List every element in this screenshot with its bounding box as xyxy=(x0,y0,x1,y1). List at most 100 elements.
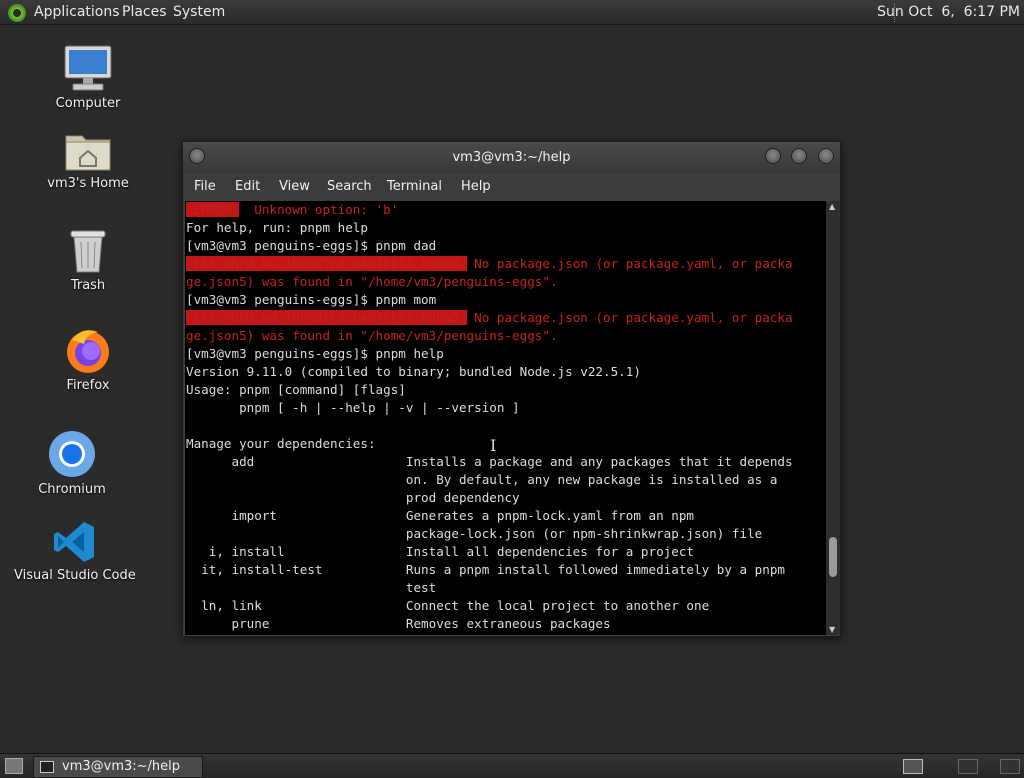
menu-search[interactable]: Search xyxy=(327,179,372,194)
taskbar-button-label: vm3@vm3:~/help xyxy=(62,759,181,774)
terminal-text: pnpm [ -h | --help | -v | --version ] xyxy=(186,400,520,415)
trash-icon xyxy=(68,228,108,274)
scroll-up-icon[interactable]: ▲ xyxy=(829,202,835,211)
terminal-line: prod dependency xyxy=(186,489,520,507)
terminal-output[interactable]: ERROR Unknown option: 'b' For help, run: … xyxy=(185,201,827,635)
window-menu-icon[interactable] xyxy=(189,148,205,164)
desktop-icon-computer[interactable]: Computer xyxy=(28,44,148,111)
terminal-icon xyxy=(40,761,54,773)
menu-terminal[interactable]: Terminal xyxy=(387,179,442,194)
terminal-line: test xyxy=(186,579,436,597)
menu-file[interactable]: File xyxy=(194,179,216,194)
terminal-window[interactable]: vm3@vm3:~/help File Edit View Search Ter… xyxy=(182,141,841,637)
terminal-text: [vm3@vm3 penguins-eggs]$ pnpm mom xyxy=(186,292,437,307)
terminal-text: Manage your dependencies: xyxy=(186,436,376,451)
close-button[interactable] xyxy=(818,148,834,164)
terminal-line: [vm3@vm3 penguins-eggs]$ pnpm mom xyxy=(186,291,436,309)
terminal-text: ge.json5) was found in "/home/vm3/pengui… xyxy=(186,328,558,343)
terminal-line: package-lock.json (or npm-shrinkwrap.jso… xyxy=(186,525,762,543)
home-folder-icon xyxy=(64,128,112,172)
workspace-2[interactable] xyxy=(958,759,978,774)
menu-help[interactable]: Help xyxy=(461,179,491,194)
terminal-line: prune Removes extraneous packages xyxy=(186,615,611,633)
menu-places[interactable]: Places xyxy=(122,4,167,20)
workspace-3[interactable] xyxy=(1000,759,1020,774)
terminal-text: [vm3@vm3 penguins-eggs]$ pnpm dad xyxy=(186,238,437,253)
desktop-icon-trash[interactable]: Trash xyxy=(28,228,148,293)
terminal-line: ge.json5) was found in "/home/vm3/pengui… xyxy=(186,327,558,345)
menu-view[interactable]: View xyxy=(279,179,310,194)
scrollbar-thumb[interactable] xyxy=(829,537,837,577)
terminal-text: ln, link Connect the local project to an… xyxy=(186,598,710,613)
clock[interactable]: Sun Oct 6, 6:17 PM xyxy=(877,4,1020,20)
terminal-line: [vm3@vm3 penguins-eggs]$ pnpm help xyxy=(186,345,444,363)
terminal-text: prune Removes extraneous packages xyxy=(186,616,611,631)
error-badge: ERROR xyxy=(186,202,240,217)
terminal-line: add Installs a package and any packages … xyxy=(186,453,793,471)
terminal-line: ERR_PNPM_NO_IMPORTER_MANIFEST_FOUND No p… xyxy=(186,309,793,327)
maximize-button[interactable] xyxy=(791,148,807,164)
applications-logo-icon[interactable] xyxy=(8,4,26,22)
terminal-text: Version 9.11.0 (compiled to binary; bund… xyxy=(186,364,641,379)
window-title: vm3@vm3:~/help xyxy=(452,150,571,165)
chromium-icon xyxy=(48,430,96,478)
error-badge: ERR_PNPM_NO_IMPORTER_MANIFEST_FOUND xyxy=(186,256,467,271)
terminal-text: i, install Install all dependencies for … xyxy=(186,544,694,559)
terminal-line: pnpm [ -h | --help | -v | --version ] xyxy=(186,399,520,417)
terminal-text: add Installs a package and any packages … xyxy=(186,454,793,469)
terminal-text: For help, run: pnpm help xyxy=(186,220,368,235)
taskbar-button-terminal[interactable]: vm3@vm3:~/help xyxy=(33,756,203,778)
desktop-icon-label: Visual Studio Code xyxy=(14,568,136,583)
terminal-line: it, install-test Runs a pnpm install fol… xyxy=(186,561,785,579)
bottom-panel: vm3@vm3:~/help xyxy=(0,753,1024,778)
terminal-line: ERR_PNPM_NO_IMPORTER_MANIFEST_FOUND No p… xyxy=(186,255,793,273)
terminal-text: package-lock.json (or npm-shrinkwrap.jso… xyxy=(186,526,763,541)
menu-edit[interactable]: Edit xyxy=(235,179,260,194)
terminal-text: test xyxy=(186,580,437,595)
terminal-menubar: File Edit View Search Terminal Help xyxy=(183,173,840,201)
terminal-text: import Generates a pnpm-lock.yaml from a… xyxy=(186,508,694,523)
terminal-line: ge.json5) was found in "/home/vm3/pengui… xyxy=(186,273,558,291)
workspace-1[interactable] xyxy=(903,759,923,774)
minimize-button[interactable] xyxy=(765,148,781,164)
terminal-line: import Generates a pnpm-lock.yaml from a… xyxy=(186,507,694,525)
terminal-text: on. By default, any new package is insta… xyxy=(186,472,778,487)
desktop-icon-firefox[interactable]: Firefox xyxy=(28,326,148,393)
terminal-line: For help, run: pnpm help xyxy=(186,219,368,237)
vscode-icon xyxy=(52,520,96,564)
terminal-line: ERROR Unknown option: 'b' xyxy=(186,201,398,219)
firefox-icon xyxy=(64,326,112,374)
terminal-line: [vm3@vm3 penguins-eggs]$ pnpm dad xyxy=(186,237,436,255)
terminal-scrollbar[interactable]: ▲ ▼ xyxy=(826,201,840,635)
terminal-text: No package.json (or package.yaml, or pac… xyxy=(466,256,793,271)
desktop-icon-vscode[interactable]: Visual Studio Code xyxy=(14,520,136,583)
menu-applications[interactable]: Applications xyxy=(34,4,120,20)
show-desktop-icon[interactable] xyxy=(5,758,23,774)
computer-icon xyxy=(63,44,113,92)
desktop-icon-label: Firefox xyxy=(66,378,110,393)
terminal-line: Usage: pnpm [command] [flags] xyxy=(186,381,406,399)
terminal-line: Manage your dependencies: xyxy=(186,435,376,453)
top-panel: Applications Places System Sun Oct 6, 6:… xyxy=(0,0,1024,25)
desktop-icon-chromium[interactable]: Chromium xyxy=(12,430,132,497)
terminal-text: Unknown option: 'b' xyxy=(239,202,399,217)
menu-system[interactable]: System xyxy=(173,4,225,20)
terminal-line: on. By default, any new package is insta… xyxy=(186,471,778,489)
terminal-text: Usage: pnpm [command] [flags] xyxy=(186,382,406,397)
desktop-icon-label: Trash xyxy=(70,278,106,293)
terminal-line: ln, link Connect the local project to an… xyxy=(186,597,709,615)
terminal-line: i, install Install all dependencies for … xyxy=(186,543,694,561)
desktop-icon-label: Chromium xyxy=(38,482,106,497)
text-cursor-icon: I xyxy=(490,436,497,455)
desktop-icon-label: vm3's Home xyxy=(47,176,129,191)
window-titlebar[interactable]: vm3@vm3:~/help xyxy=(183,142,840,173)
desktop-icon-home[interactable]: vm3's Home xyxy=(28,128,148,191)
error-badge: ERR_PNPM_NO_IMPORTER_MANIFEST_FOUND xyxy=(186,310,467,325)
scroll-down-icon[interactable]: ▼ xyxy=(829,625,835,634)
terminal-text: No package.json (or package.yaml, or pac… xyxy=(466,310,793,325)
terminal-line: Version 9.11.0 (compiled to binary; bund… xyxy=(186,363,641,381)
terminal-text: [vm3@vm3 penguins-eggs]$ pnpm help xyxy=(186,346,444,361)
desktop-icon-label: Computer xyxy=(55,96,121,111)
terminal-text: it, install-test Runs a pnpm install fol… xyxy=(186,562,785,577)
terminal-text: prod dependency xyxy=(186,490,520,505)
